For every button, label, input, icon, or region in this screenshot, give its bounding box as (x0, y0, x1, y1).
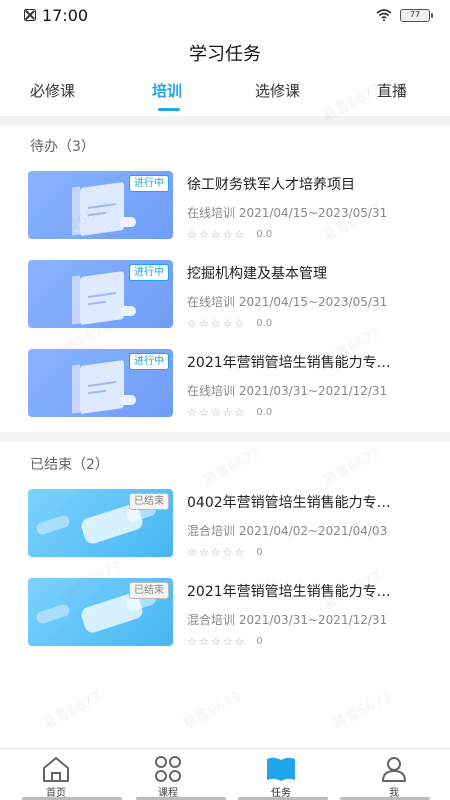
status-badge: 已结束 (129, 582, 169, 599)
watermark: 慕雪6673 (180, 688, 245, 733)
status-time: 17:00 (42, 5, 89, 25)
rating-stars-icon: ☆☆☆☆☆ (187, 635, 247, 648)
wifi-icon (376, 9, 392, 21)
nav-item-tasks[interactable]: 任务 (225, 749, 337, 800)
nav-item-home[interactable]: 首页 (0, 749, 112, 800)
status-right: 77 (376, 8, 433, 22)
course-thumbnail: 进行中 (28, 260, 173, 328)
status-bar: 17:00 77 (0, 0, 450, 30)
nav-item-me[interactable]: 我 (338, 749, 450, 800)
training-card[interactable]: 进行中 徐工财务铁军人才培养项目 在线培训 2021/04/15~2023/05… (0, 171, 450, 251)
tab-live[interactable]: 直播 (377, 80, 407, 101)
status-badge: 进行中 (129, 264, 169, 281)
page-title: 学习任务 (189, 44, 261, 65)
user-icon (382, 757, 406, 782)
course-thumbnail: 已结束 (28, 578, 173, 646)
training-card[interactable]: 进行中 挖掘机构建及基本管理 在线培训 2021/04/15~2023/05/3… (0, 260, 450, 340)
watermark: 慕雪6673 (320, 444, 385, 489)
rating-score: 0.0 (256, 407, 273, 418)
tab-training[interactable]: 培训 (152, 80, 182, 101)
card-title: 0402年营销管培生销售能力专… (187, 495, 391, 511)
card-meta: 混合培训 2021/04/02~2021/04/03 (187, 524, 388, 538)
no-sim-icon (24, 9, 36, 21)
training-card[interactable]: 已结束 2021年营销管培生销售能力专… 混合培训 2021/03/31~202… (0, 578, 450, 658)
battery-icon: 77 (400, 8, 433, 22)
bottom-nav: 首页 课程 任务 我 (0, 748, 450, 800)
status-badge: 进行中 (129, 353, 169, 370)
rating-score: 0 (256, 547, 263, 558)
training-card[interactable]: 进行中 2021年营销管培生销售能力专… 在线培训 2021/03/31~202… (0, 349, 450, 429)
watermark: 慕雪6673 (200, 444, 265, 489)
section-title-ended: 已结束（2） (30, 457, 109, 473)
section-divider (0, 432, 450, 442)
section-title-todo: 待办（3） (30, 139, 95, 155)
card-meta: 混合培训 2021/03/31~2021/12/31 (187, 613, 388, 627)
tab-bar: 必修课 培训 选修课 直播 (0, 80, 450, 116)
rating-score: 0.0 (256, 318, 273, 329)
card-rating: ☆☆☆☆☆ 0 (187, 635, 263, 648)
status-left: 17:00 (24, 6, 88, 25)
course-thumbnail: 进行中 (28, 349, 173, 417)
active-tab-indicator (158, 108, 180, 111)
card-meta: 在线培训 2021/03/31~2021/12/31 (187, 384, 388, 398)
nav-item-courses[interactable]: 课程 (112, 749, 224, 800)
rating-score: 0 (256, 636, 263, 647)
card-title: 2021年营销管培生销售能力专… (187, 355, 391, 371)
home-icon (43, 757, 69, 782)
rating-stars-icon: ☆☆☆☆☆ (187, 317, 247, 330)
card-title: 徐工财务铁军人才培养项目 (187, 177, 355, 193)
card-meta: 在线培训 2021/04/15~2023/05/31 (187, 206, 388, 220)
watermark: 慕雪6673 (330, 688, 395, 733)
section-divider (0, 116, 450, 126)
training-card[interactable]: 已结束 0402年营销管培生销售能力专… 混合培训 2021/04/02~202… (0, 489, 450, 569)
card-rating: ☆☆☆☆☆ 0.0 (187, 317, 272, 330)
course-icon (155, 756, 181, 782)
book-icon (267, 757, 295, 781)
card-meta: 在线培训 2021/04/15~2023/05/31 (187, 295, 388, 309)
rating-stars-icon: ☆☆☆☆☆ (187, 546, 247, 559)
card-rating: ☆☆☆☆☆ 0 (187, 546, 263, 559)
card-title: 2021年营销管培生销售能力专… (187, 584, 391, 600)
course-thumbnail: 进行中 (28, 171, 173, 239)
card-title: 挖掘机构建及基本管理 (187, 266, 327, 282)
rating-score: 0.0 (256, 229, 273, 240)
card-rating: ☆☆☆☆☆ 0.0 (187, 228, 272, 241)
status-badge: 进行中 (129, 175, 169, 192)
tab-elective-courses[interactable]: 选修课 (255, 80, 300, 101)
rating-stars-icon: ☆☆☆☆☆ (187, 228, 247, 241)
course-thumbnail: 已结束 (28, 489, 173, 557)
tab-required-courses[interactable]: 必修课 (30, 80, 75, 101)
status-badge: 已结束 (129, 493, 169, 510)
rating-stars-icon: ☆☆☆☆☆ (187, 406, 247, 419)
watermark: 慕雪6673 (40, 688, 105, 733)
card-rating: ☆☆☆☆☆ 0.0 (187, 406, 272, 419)
